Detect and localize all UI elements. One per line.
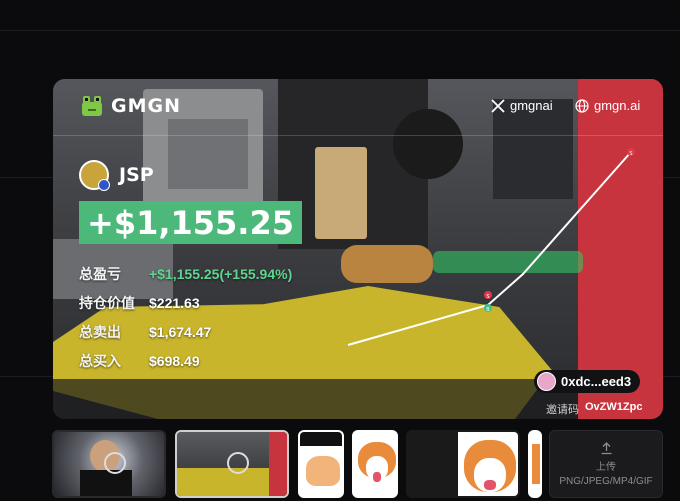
upload-button[interactable]: 上传 PNG/JPEG/MP4/GIF xyxy=(549,430,663,498)
brand-logo: GMGN xyxy=(79,93,181,119)
stat-label: 总买入 xyxy=(79,352,121,369)
page-divider xyxy=(0,30,680,31)
thumbnail-image-selected[interactable] xyxy=(175,430,289,498)
thumbnail-image[interactable] xyxy=(528,430,542,498)
stat-label: 持仓价值 xyxy=(79,294,135,311)
stat-label: 总盈亏 xyxy=(79,265,121,282)
upload-icon xyxy=(601,441,611,454)
invite-code: 邀请码 OvZW1Zpc xyxy=(546,401,642,417)
invite-code-value: OvZW1Zpc xyxy=(585,401,643,413)
stat-value: +$1,155.25(+155.94%) xyxy=(149,265,293,282)
wallet-address: 0xdc...eed3 xyxy=(561,374,632,389)
upload-label: 上传 xyxy=(596,461,616,473)
twitter-handle: gmgnai xyxy=(510,98,553,113)
invite-code-label: 邀请码 xyxy=(546,404,579,416)
website-link[interactable]: gmgn.ai xyxy=(575,98,640,113)
stat-row-total-bought: 总买入 $698.49 xyxy=(79,346,292,375)
stat-value: $698.49 xyxy=(149,352,200,369)
twitter-link[interactable]: gmgnai xyxy=(491,98,553,113)
token-symbol: JSP xyxy=(119,164,154,186)
play-icon xyxy=(104,452,126,474)
upload-formats: PNG/JPEG/MP4/GIF xyxy=(559,475,653,487)
card-header: GMGN gmgnai gmgn.ai xyxy=(53,79,663,136)
globe-icon xyxy=(575,98,589,113)
wallet-pill: 0xdc...eed3 xyxy=(534,370,641,393)
thumbnail-image[interactable] xyxy=(298,430,344,498)
chain-badge-icon xyxy=(98,179,110,191)
thumbnail-image[interactable] xyxy=(406,430,520,498)
play-icon xyxy=(227,452,249,474)
stat-row-total-pnl: 总盈亏 +$1,155.25(+155.94%) xyxy=(79,259,292,288)
share-card: GMGN gmgnai gmgn.ai JSP +$1,155.25 总盈亏 +… xyxy=(53,79,663,419)
token-avatar xyxy=(79,160,110,191)
wallet-avatar xyxy=(537,372,556,391)
thumbnail-image[interactable] xyxy=(352,430,398,498)
x-logo-icon xyxy=(491,98,505,113)
token-info: JSP xyxy=(79,160,154,191)
frog-logo-icon xyxy=(82,96,102,116)
stat-value: $221.63 xyxy=(149,294,200,311)
stat-row-total-sold: 总卖出 $1,674.47 xyxy=(79,317,292,346)
stat-label: 总卖出 xyxy=(79,323,121,340)
brand-name: GMGN xyxy=(111,95,181,117)
stat-value: $1,674.47 xyxy=(149,323,212,340)
pnl-amount: +$1,155.25 xyxy=(79,201,302,244)
website-url: gmgn.ai xyxy=(594,98,641,113)
thumbnail-image[interactable] xyxy=(52,430,166,498)
stat-row-holding-value: 持仓价值 $221.63 xyxy=(79,288,292,317)
stats-list: 总盈亏 +$1,155.25(+155.94%) 持仓价值 $221.63 总卖… xyxy=(79,259,292,375)
